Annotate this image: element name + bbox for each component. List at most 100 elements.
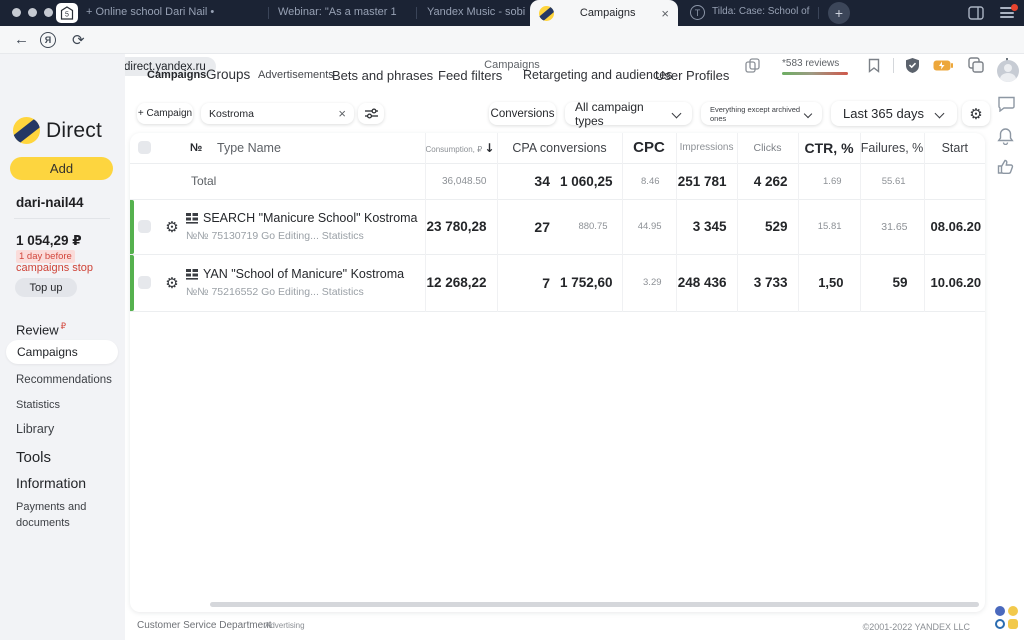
search-value: Kostroma [209,107,254,120]
bell-icon[interactable] [997,127,1014,145]
campaign-types-dropdown[interactable]: All campaign types [565,99,692,128]
home-shield-icon: 5 [60,6,74,20]
pinned-tab[interactable]: 5 [56,3,78,23]
window-minimize-button[interactable] [28,8,37,17]
browser-corner-widgets[interactable] [995,606,1021,629]
col-header-consumption[interactable]: Consumption, ₽ ↓ [424,133,497,163]
campaigns-table-card: № Type Name Consumption, ₽ ↓ CPA convers… [130,133,985,612]
tab-groups[interactable]: Groups [206,67,250,82]
browser-tab-campaigns-active[interactable]: Campaigns × [530,0,678,26]
sidebar-item-statistics[interactable]: Statistics [16,399,60,411]
widget-square-icon[interactable] [1008,619,1018,629]
user-avatar[interactable] [997,60,1019,82]
browser-tab-webinar[interactable]: Webinar: "As a master 1 [278,6,408,18]
account-name[interactable]: dari-nail44 [16,195,84,210]
sidebar-item-campaigns-active[interactable]: Campaigns [6,340,118,364]
direct-logo-icon[interactable] [13,117,40,144]
add-button[interactable]: Add [10,157,113,180]
sidebar-item-payments-line2[interactable]: documents [16,517,70,529]
col-header-cpa-conversions[interactable]: CPA conversions [496,133,623,163]
col-header-ctr[interactable]: CTR, % [797,133,861,163]
new-tab-button[interactable]: + [828,2,850,24]
consumption-label: Consumption, ₽ [425,144,483,154]
tab-user-profiles[interactable]: User Profiles [655,68,729,83]
select-all-checkbox[interactable] [137,141,151,155]
top-up-button[interactable]: Top up [15,278,77,297]
footer-divider: / [247,620,250,630]
battery-saver-icon[interactable] [933,60,953,71]
filter-settings-button[interactable] [358,103,384,124]
tab-bets-and-phrases[interactable]: Bets and phrases [332,68,433,83]
total-cpa: 1 060,25 [560,173,613,189]
campaign-name[interactable]: YAN "School of Manicure" Kostroma [186,267,425,281]
browser-tab-tilda[interactable]: Tilda: Case: School of Money [712,6,812,17]
cell-consumption: 23 780,28 [424,199,497,254]
copy-pages-icon[interactable] [745,58,760,73]
protect-shield-icon[interactable] [905,57,920,74]
chat-icon[interactable] [997,95,1016,112]
col-header-failures[interactable]: Failures, % [859,133,925,163]
window-close-button[interactable] [12,8,21,17]
col-header-start[interactable]: Start [923,133,985,163]
col-header-number[interactable]: № [186,133,212,163]
row-checkbox[interactable] [137,220,151,233]
footer-support-link[interactable]: Customer Service Department [137,620,272,631]
campaign-meta-links[interactable]: №№ 75216552 Go Editing... Statistics [186,286,425,298]
sliders-icon [364,108,378,119]
collections-icon[interactable] [968,57,984,73]
tab-divider [268,7,269,19]
campaigns-table: № Type Name Consumption, ₽ ↓ CPA convers… [130,133,985,312]
cell-start-date: 10.06.20 [923,254,985,311]
reload-icon[interactable]: ⟳ [72,31,85,49]
back-icon[interactable]: ← [14,31,29,48]
add-campaign-button[interactable]: + Campaign [137,103,193,124]
campaign-search-input[interactable]: Kostroma × [201,103,354,124]
sidebar-panel-icon[interactable] [968,6,984,20]
balance-amount: 1 054,29 ₽ [16,233,82,248]
archived-filter-dropdown[interactable]: Everything except archived ones [701,102,822,125]
col-header-type-name[interactable]: Type Name [212,133,425,163]
window-zoom-button[interactable] [44,8,53,17]
campaign-name-text: SEARCH "Manicure School" Kostroma [203,211,418,225]
yandex-services-icon[interactable]: Я [40,32,56,48]
col-header-cpc[interactable]: CPC [621,133,677,163]
footer-advertising-link[interactable]: Advertising [265,621,305,630]
sidebar-item-payments-line1[interactable]: Payments and [16,501,86,513]
col-header-clicks[interactable]: Clicks [736,133,799,163]
sidebar-item-review[interactable]: Review ₽ [16,321,66,337]
tab-close-icon[interactable]: × [661,6,669,21]
widget-blue-icon[interactable] [995,606,1005,616]
reviews-rating[interactable]: *583 reviews [782,58,839,69]
tab-advertisements[interactable]: Advertisements [258,69,334,81]
tab-divider [416,7,417,19]
tab-campaigns[interactable]: Campaigns [147,69,206,81]
cell-ctr: 15.81 [797,199,861,254]
browser-menu-icon[interactable] [1000,4,1018,19]
clear-search-icon[interactable]: × [338,106,346,121]
campaign-name[interactable]: SEARCH "Manicure School" Kostroma [186,211,425,225]
sidebar-item-recommendations[interactable]: Recommendations [16,374,112,386]
browser-tab-yandex-music[interactable]: Yandex Music - sobi [427,6,527,18]
horizontal-scrollbar[interactable] [210,602,979,607]
total-clicks: 4 262 [736,163,799,199]
conversions-button[interactable]: Conversions [489,102,556,125]
bookmark-icon[interactable] [868,58,880,73]
table-settings-button[interactable]: ⚙ [962,101,990,126]
date-range-dropdown[interactable]: Last 365 days [831,101,957,126]
campaign-meta-links[interactable]: №№ 75130719 Go Editing... Statistics [186,230,425,242]
sidebar-section-tools[interactable]: Tools [16,449,51,466]
campaign-types-value: All campaign types [575,99,644,128]
col-header-impressions[interactable]: Impressions [675,133,738,163]
direct-logo-text[interactable]: Direct [46,119,102,143]
sidebar-section-information[interactable]: Information [16,475,86,491]
browser-tab-online-school[interactable]: + Online school Dari Nail • [86,6,256,18]
widget-ring-icon[interactable] [995,619,1005,629]
row-checkbox[interactable] [137,276,151,289]
thumbs-up-icon[interactable] [997,158,1014,175]
tab-retargeting-and-audiences[interactable]: Retargeting and audiences [523,68,672,82]
tab-feed-filters[interactable]: Feed filters [438,68,502,83]
sidebar-item-library[interactable]: Library [16,422,54,436]
campaign-settings-gear-icon[interactable]: ⚙ [158,274,186,292]
campaign-settings-gear-icon[interactable]: ⚙ [158,218,186,236]
widget-yellow-icon[interactable] [1008,606,1018,616]
